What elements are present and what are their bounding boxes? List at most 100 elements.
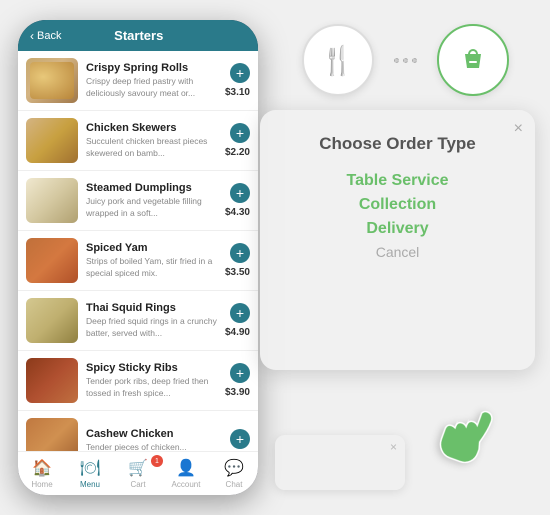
modal-close-button[interactable]: × xyxy=(514,120,523,138)
shopping-bag-icon-circle xyxy=(437,24,509,96)
add-button-squid[interactable]: + xyxy=(230,303,250,323)
home-icon: 🏠 xyxy=(32,458,52,478)
back-label: Back xyxy=(37,30,61,42)
item-image-dumplings xyxy=(26,178,78,223)
nav-home-label: Home xyxy=(31,480,52,489)
back-arrow-icon: ‹ xyxy=(30,29,34,43)
item-right: + $2.20 xyxy=(225,123,250,158)
item-info: Crispy Spring Rolls Crispy deep fried pa… xyxy=(86,62,217,98)
item-desc: Tender pieces of chicken... xyxy=(86,442,222,451)
cart-icon: 🛒 xyxy=(128,458,148,478)
hand-svg xyxy=(416,381,514,482)
add-button-chicken[interactable]: + xyxy=(230,123,250,143)
dot-2 xyxy=(403,58,408,63)
item-image-cashew xyxy=(26,418,78,451)
item-right: + $3.90 xyxy=(225,363,250,398)
list-item: Spiced Yam Strips of boiled Yam, stir fr… xyxy=(18,231,258,291)
phone-header: ‹ Back Starters xyxy=(18,20,258,51)
item-info: Steamed Dumplings Juicy pork and vegetab… xyxy=(86,182,217,218)
nav-menu[interactable]: 🍽 Menu xyxy=(70,458,110,489)
dot-3 xyxy=(412,58,417,63)
item-right: + $4.30 xyxy=(225,183,250,218)
nav-chat[interactable]: 💬 Chat xyxy=(214,458,254,489)
menu-icon: 🍽 xyxy=(80,458,100,478)
list-item: Thai Squid Rings Deep fried squid rings … xyxy=(18,291,258,351)
list-item: Steamed Dumplings Juicy pork and vegetab… xyxy=(18,171,258,231)
order-type-modal: × Choose Order Type Table Service Collec… xyxy=(260,110,535,370)
item-desc: Juicy pork and vegetable filling wrapped… xyxy=(86,196,217,218)
dots-connector xyxy=(394,58,417,63)
item-image-spring-rolls xyxy=(26,58,78,103)
item-desc: Strips of boiled Yam, stir fried in a sp… xyxy=(86,256,217,278)
add-button-ribs[interactable]: + xyxy=(230,363,250,383)
order-options-list: Table Service Collection Delivery Cancel xyxy=(280,172,515,260)
item-right: + $4.90 xyxy=(225,303,250,338)
list-item: Crispy Spring Rolls Crispy deep fried pa… xyxy=(18,51,258,111)
screen-title: Starters xyxy=(114,28,193,43)
bag-icon xyxy=(457,44,489,76)
secondary-modal-close[interactable]: × xyxy=(390,440,397,454)
item-right: + $3.10 xyxy=(225,63,250,98)
item-name: Cashew Chicken xyxy=(86,428,222,440)
table-service-option[interactable]: Table Service xyxy=(347,172,449,190)
fork-knife-icon: 🍴 xyxy=(320,44,355,77)
secondary-modal: × xyxy=(275,435,405,490)
list-item: Cashew Chicken Tender pieces of chicken.… xyxy=(18,411,258,451)
item-price: $2.20 xyxy=(225,147,250,158)
item-right: + $3.50 xyxy=(225,243,250,278)
restaurant-icon-circle: 🍴 xyxy=(302,24,374,96)
top-icons-area: 🍴 xyxy=(270,15,540,105)
item-price: $3.10 xyxy=(225,87,250,98)
item-name: Steamed Dumplings xyxy=(86,182,217,194)
add-button-spring-rolls[interactable]: + xyxy=(230,63,250,83)
item-desc: Crispy deep fried pastry with deliciousl… xyxy=(86,76,217,98)
chat-icon: 💬 xyxy=(224,458,244,478)
collection-option[interactable]: Collection xyxy=(359,196,436,214)
cancel-option[interactable]: Cancel xyxy=(376,244,420,260)
nav-account[interactable]: 👤 Account xyxy=(166,458,206,489)
item-name: Chicken Skewers xyxy=(86,122,217,134)
add-button-yam[interactable]: + xyxy=(230,243,250,263)
item-info: Thai Squid Rings Deep fried squid rings … xyxy=(86,302,217,338)
nav-cart[interactable]: 🛒 1 Cart xyxy=(118,458,158,489)
item-info: Cashew Chicken Tender pieces of chicken.… xyxy=(86,428,222,451)
menu-list: Crispy Spring Rolls Crispy deep fried pa… xyxy=(18,51,258,451)
item-image-squid xyxy=(26,298,78,343)
item-desc: Succulent chicken breast pieces skewered… xyxy=(86,136,217,158)
item-info: Chicken Skewers Succulent chicken breast… xyxy=(86,122,217,158)
list-item: Spicy Sticky Ribs Tender pork ribs, deep… xyxy=(18,351,258,411)
item-name: Thai Squid Rings xyxy=(86,302,217,314)
delivery-option[interactable]: Delivery xyxy=(366,220,428,238)
back-button[interactable]: ‹ Back xyxy=(30,29,61,43)
add-button-dumplings[interactable]: + xyxy=(230,183,250,203)
item-right: + xyxy=(230,429,250,452)
cart-badge: 1 xyxy=(151,455,163,467)
item-name: Crispy Spring Rolls xyxy=(86,62,217,74)
item-price: $4.30 xyxy=(225,207,250,218)
item-price: $3.50 xyxy=(225,267,250,278)
account-icon: 👤 xyxy=(176,458,196,478)
modal-title: Choose Order Type xyxy=(280,134,515,154)
phone-mockup: ‹ Back Starters Crispy Spring Rolls Cris… xyxy=(18,20,258,495)
item-image-chicken xyxy=(26,118,78,163)
item-name: Spiced Yam xyxy=(86,242,217,254)
nav-chat-label: Chat xyxy=(226,480,243,489)
item-price: $3.90 xyxy=(225,387,250,398)
dot-1 xyxy=(394,58,399,63)
item-desc: Tender pork ribs, deep fried then tossed… xyxy=(86,376,217,398)
item-image-ribs xyxy=(26,358,78,403)
item-price: $4.90 xyxy=(225,327,250,338)
list-item: Chicken Skewers Succulent chicken breast… xyxy=(18,111,258,171)
nav-cart-label: Cart xyxy=(130,480,145,489)
item-info: Spicy Sticky Ribs Tender pork ribs, deep… xyxy=(86,362,217,398)
hand-pointer-icon xyxy=(411,381,514,495)
nav-account-label: Account xyxy=(172,480,201,489)
item-image-yam xyxy=(26,238,78,283)
nav-menu-label: Menu xyxy=(80,480,100,489)
add-button-cashew[interactable]: + xyxy=(230,429,250,449)
item-name: Spicy Sticky Ribs xyxy=(86,362,217,374)
nav-home[interactable]: 🏠 Home xyxy=(22,458,62,489)
item-desc: Deep fried squid rings in a crunchy batt… xyxy=(86,316,217,338)
item-info: Spiced Yam Strips of boiled Yam, stir fr… xyxy=(86,242,217,278)
bottom-nav: 🏠 Home 🍽 Menu 🛒 1 Cart 👤 Account 💬 Chat xyxy=(18,451,258,495)
